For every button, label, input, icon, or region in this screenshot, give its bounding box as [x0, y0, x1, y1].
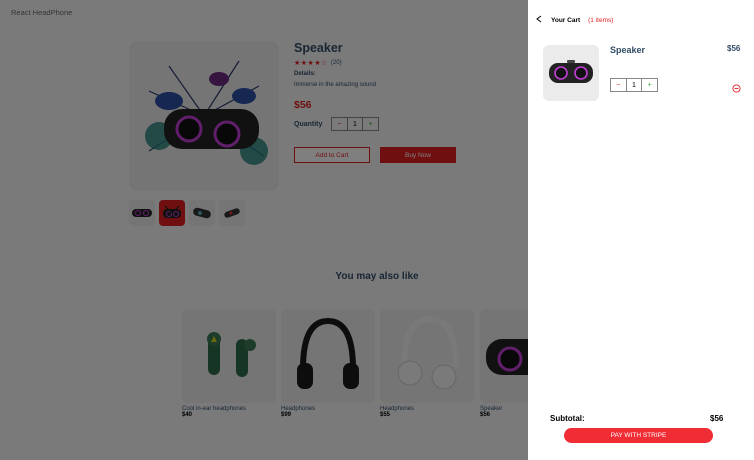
cart-item-image [543, 45, 599, 101]
cart-quantity-value: 1 [625, 79, 643, 91]
cart-title: Your Cart [551, 16, 581, 24]
cart-decrease-button[interactable]: − [611, 79, 626, 91]
cart-item-count: (1 items) [588, 16, 614, 24]
remove-item-icon[interactable] [732, 80, 741, 93]
cart-item-quantity-stepper: − 1 + [610, 78, 658, 92]
cart-header[interactable]: Your Cart (1 items) [536, 15, 613, 25]
cart-increase-button[interactable]: + [642, 79, 657, 91]
cart-panel: Your Cart (1 items) Speaker $56 − 1 + Su… [528, 0, 754, 460]
cart-item-name: Speaker [610, 45, 646, 55]
cart-item-price: $56 [727, 44, 741, 53]
subtotal-label: Subtotal: [550, 414, 585, 423]
pay-with-stripe-button[interactable]: PAY WITH STRIPE [564, 428, 713, 443]
subtotal-value: $56 [710, 414, 724, 423]
back-chevron-icon[interactable] [536, 15, 542, 25]
